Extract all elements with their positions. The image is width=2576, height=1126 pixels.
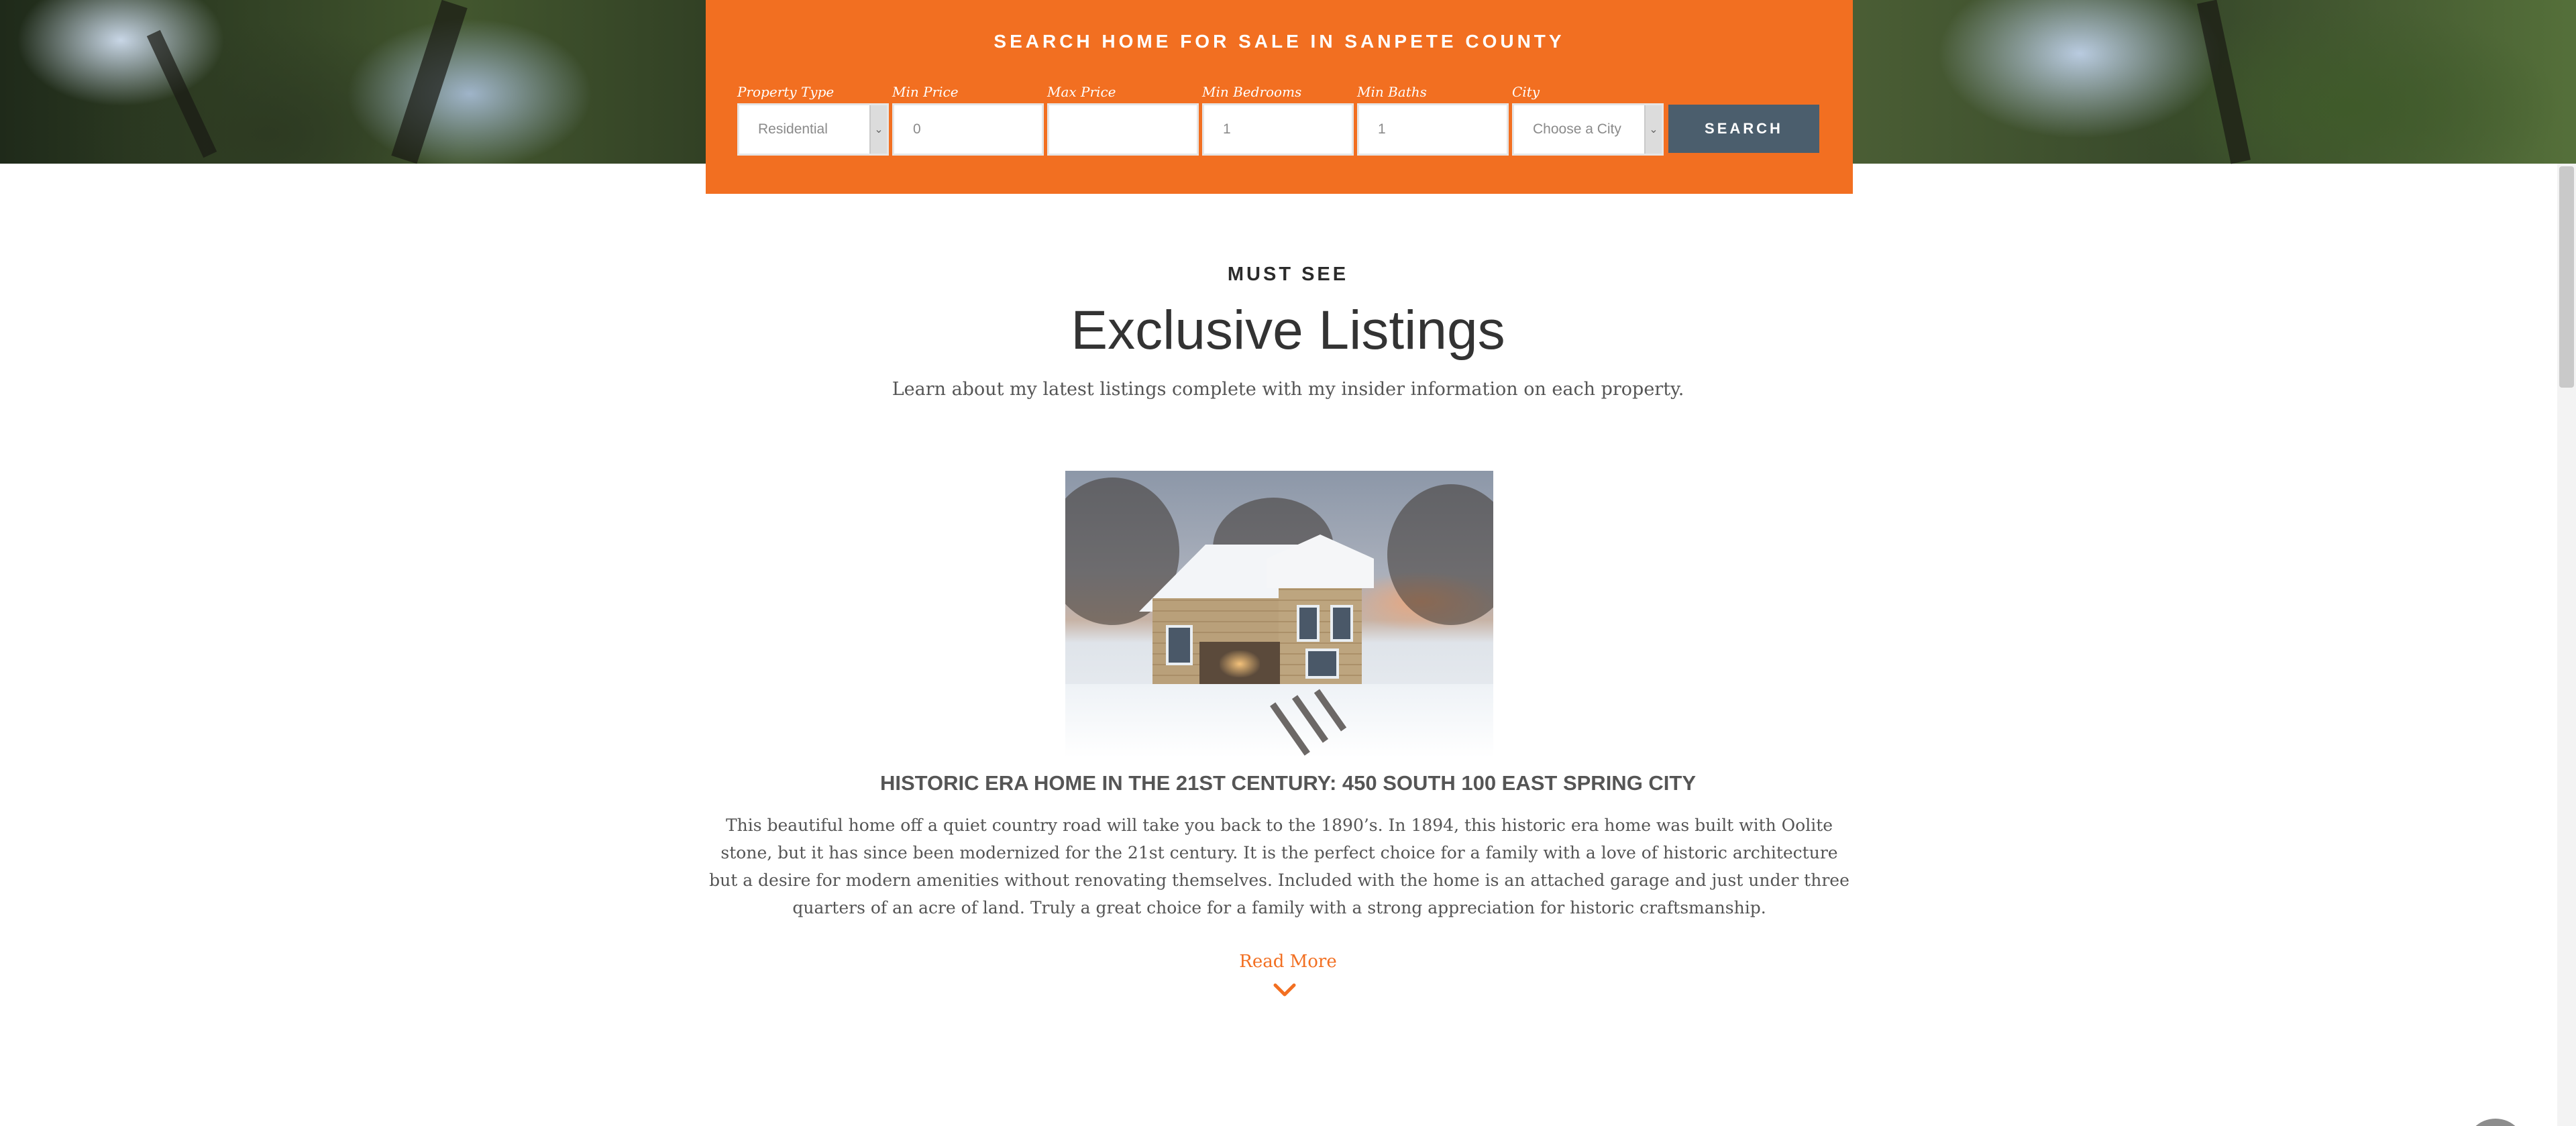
snow-yard <box>1065 684 1493 758</box>
property-type-field: Property Type Residential ⌄ <box>737 82 889 156</box>
read-more-link[interactable]: Read More <box>0 952 2576 972</box>
max-price-label: Max Price <box>1047 84 1116 100</box>
city-value: Choose a City <box>1533 121 1621 137</box>
city-select[interactable]: Choose a City ⌄ <box>1512 103 1664 156</box>
tree-branch <box>146 30 217 158</box>
min-price-value: 0 <box>913 121 921 137</box>
min-price-input[interactable]: 0 <box>892 103 1044 156</box>
property-type-select[interactable]: Residential ⌄ <box>737 103 889 156</box>
chevron-down-icon[interactable] <box>1273 982 1296 999</box>
city-field: City Choose a City ⌄ <box>1512 82 1664 156</box>
min-price-label: Min Price <box>892 84 959 100</box>
chevron-down-icon: ⌄ <box>1644 105 1662 154</box>
search-button[interactable]: SEARCH <box>1668 105 1819 153</box>
window <box>1166 625 1193 665</box>
read-more-label: Read More <box>1239 952 1337 972</box>
scrollbar-thumb[interactable] <box>2559 166 2574 388</box>
max-price-field: Max Price <box>1047 82 1199 156</box>
window <box>1297 605 1320 642</box>
min-bedrooms-input[interactable]: 1 <box>1202 103 1354 156</box>
search-panel: SEARCH HOME FOR SALE IN SANPETE COUNTY P… <box>706 0 1853 194</box>
min-bedrooms-field: Min Bedrooms 1 <box>1202 82 1354 156</box>
min-price-field: Min Price 0 <box>892 82 1044 156</box>
section-eyebrow: MUST SEE <box>1227 264 1349 285</box>
porch-light <box>1220 651 1260 677</box>
min-baths-field: Min Baths 1 <box>1357 82 1509 156</box>
listing-photo[interactable] <box>1065 471 1493 758</box>
chevron-down-icon: ⌄ <box>869 105 887 154</box>
listing-description: This beautiful home off a quiet country … <box>709 815 1849 917</box>
section-title: Exclusive Listings <box>1071 300 1505 361</box>
min-baths-label: Min Baths <box>1357 84 1427 100</box>
min-bedrooms-label: Min Bedrooms <box>1202 84 1302 100</box>
window <box>1305 649 1339 679</box>
section-subtitle: Learn about my latest listings complete … <box>892 379 1684 400</box>
min-bedrooms-value: 1 <box>1223 121 1231 137</box>
back-to-top-button[interactable] <box>2465 1119 2526 1126</box>
city-label: City <box>1512 84 1540 100</box>
max-price-input[interactable] <box>1047 103 1199 156</box>
tree-trunk <box>2196 0 2251 164</box>
min-baths-input[interactable]: 1 <box>1357 103 1509 156</box>
property-type-label: Property Type <box>737 84 835 100</box>
search-title: SEARCH HOME FOR SALE IN SANPETE COUNTY <box>994 31 1565 52</box>
property-type-value: Residential <box>758 121 828 137</box>
tree-trunk <box>391 0 468 164</box>
listing-title[interactable]: HISTORIC ERA HOME IN THE 21ST CENTURY: 4… <box>0 771 2576 795</box>
window <box>1330 605 1353 642</box>
min-baths-value: 1 <box>1378 121 1386 137</box>
